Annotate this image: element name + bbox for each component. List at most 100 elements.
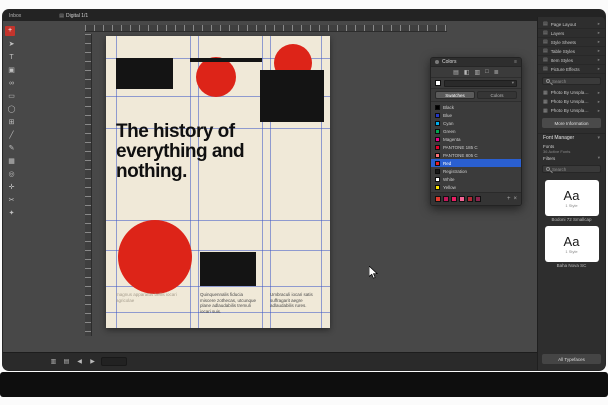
- photo-result-item[interactable]: ▦ Photo By Unspla… ▸: [538, 106, 605, 115]
- filters-label: Filters: [543, 156, 555, 161]
- document-page[interactable]: The history of everything and nothing. m…: [106, 36, 330, 328]
- scissors-tool[interactable]: ✂: [5, 196, 18, 205]
- palette-label: Table Styles: [551, 49, 575, 54]
- poster-red-circle-top[interactable]: [196, 57, 236, 97]
- swatch-name: PANTONE 185 C: [443, 145, 478, 150]
- fill-color-chip[interactable]: [435, 80, 441, 86]
- swatch-name: Registration: [443, 169, 467, 174]
- palette-icon: ▤: [543, 57, 548, 63]
- oval-box-tool[interactable]: ◯: [5, 105, 18, 114]
- statusbar-icon[interactable]: ▶: [88, 358, 97, 365]
- swatch-row[interactable]: PANTONE 185 C: [431, 143, 521, 151]
- palette-list-item[interactable]: ▤ Picture Effects ▸: [538, 65, 605, 74]
- recent-color-chip[interactable]: [467, 196, 473, 202]
- poster-caption-column-3[interactable]: Umbraculi iocari satis suffragarit aegre…: [270, 292, 322, 309]
- chevron-down-icon: ▾: [598, 155, 600, 161]
- colors-panel-tab[interactable]: Swatches: [435, 91, 475, 99]
- swatch-row[interactable]: Cyan: [431, 119, 521, 127]
- palette-list-item[interactable]: ▤ Layers ▸: [538, 29, 605, 38]
- picture-content-tool[interactable]: ▣: [5, 66, 18, 75]
- swatch-color-chip: [435, 153, 440, 158]
- swatch-row[interactable]: Black: [431, 103, 521, 111]
- recent-color-chip[interactable]: [443, 196, 449, 202]
- pan-tool[interactable]: ✛: [5, 183, 18, 192]
- poster-caption-column-2[interactable]: Quinquennalis fiducia miscere zothecas, …: [200, 292, 258, 314]
- palette-list-item[interactable]: ▤ Style Sheets ▸: [538, 38, 605, 47]
- swatch-row[interactable]: Magenta: [431, 135, 521, 143]
- titlebar: Inbox ▤ Digital 1/1: [3, 10, 605, 21]
- panel-close-icon[interactable]: [435, 60, 439, 64]
- palette-icon: ▤: [543, 48, 548, 54]
- rectangle-box-tool[interactable]: ▭: [5, 92, 18, 101]
- item-tool[interactable]: ➤: [5, 40, 18, 49]
- recent-color-chip[interactable]: [451, 196, 457, 202]
- photo-thumbnail-icon: ▦: [543, 108, 548, 114]
- photo-search-field[interactable]: Search: [542, 77, 601, 85]
- panel-tool-icon[interactable]: ▥: [475, 69, 481, 76]
- poster-black-block-bottom[interactable]: [200, 252, 256, 286]
- palette-list-item[interactable]: ▤ Table Styles ▸: [538, 47, 605, 56]
- poster-black-block-right[interactable]: [260, 70, 324, 122]
- swatch-row[interactable]: White: [431, 175, 521, 183]
- palette-icon: ▤: [543, 66, 548, 72]
- palette-list-item[interactable]: ▤ Page Layout ▸: [538, 20, 605, 29]
- color-model-dropdown[interactable]: ▾: [444, 80, 517, 87]
- font-search-field[interactable]: Search: [542, 165, 601, 173]
- statusbar-icon[interactable]: ◀: [75, 358, 84, 365]
- statusbar-icon[interactable]: ▥: [49, 358, 58, 365]
- swatch-row[interactable]: Blue: [431, 111, 521, 119]
- bezier-pen-tool[interactable]: ✎: [5, 144, 18, 153]
- swatch-row[interactable]: PANTONE 805 C: [431, 151, 521, 159]
- recent-color-chip[interactable]: [435, 196, 441, 202]
- palette-list-item[interactable]: ▤ Item Styles ▸: [538, 56, 605, 65]
- filters-row[interactable]: Filters ▾: [538, 154, 605, 162]
- swatch-color-chip: [435, 137, 440, 142]
- swatch-row[interactable]: Registration: [431, 167, 521, 175]
- zoom-tool[interactable]: ◎: [5, 170, 18, 179]
- chevron-right-icon: ▸: [598, 57, 600, 63]
- palette-label: Style Sheets: [551, 40, 576, 45]
- all-typefaces-button[interactable]: All Typefaces: [542, 354, 601, 364]
- poster-black-block-left[interactable]: [116, 58, 173, 89]
- poster-headline[interactable]: The history of everything and nothing.: [116, 122, 292, 182]
- panel-menu-icon[interactable]: ≡: [514, 59, 517, 65]
- footer-action-icon[interactable]: +: [507, 196, 511, 202]
- swatch-row[interactable]: Yellow: [431, 183, 521, 191]
- panel-tool-icon[interactable]: ▤: [453, 69, 459, 76]
- swatch-list: Black Blue Cyan: [431, 102, 521, 192]
- more-information-button[interactable]: More Information: [542, 118, 601, 128]
- composition-zones-tool[interactable]: ⊞: [5, 118, 18, 127]
- panel-tool-icon[interactable]: ≣: [494, 69, 499, 76]
- recent-color-chip[interactable]: [459, 196, 465, 202]
- swatch-row[interactable]: Green: [431, 127, 521, 135]
- panel-tool-icon[interactable]: □: [485, 69, 489, 75]
- screenshot-frame: Inbox ▤ Digital 1/1 + ➤ T ▣ ∞ ▭: [0, 0, 608, 405]
- document-tab[interactable]: ▤ Digital 1/1: [59, 13, 88, 19]
- colors-panel-fields: ▾: [431, 78, 521, 89]
- swatch-name: PANTONE 805 C: [443, 153, 478, 158]
- text-content-tool[interactable]: T: [5, 53, 18, 62]
- palette-icon: ▤: [543, 30, 548, 36]
- swatch-name: Black: [443, 105, 454, 110]
- font-preview-card[interactable]: Aa 1 Style: [545, 180, 599, 216]
- colors-panel-header[interactable]: Colors ≡: [431, 58, 521, 67]
- font-preview-card[interactable]: Aa 1 Style: [545, 226, 599, 262]
- colors-panel-tab[interactable]: Colors: [477, 91, 517, 99]
- font-manager-header[interactable]: Font Manager ▾: [538, 133, 605, 142]
- photo-result-item[interactable]: ▦ Photo By Unspla… ▸: [538, 97, 605, 106]
- panel-tool-icon[interactable]: ◧: [464, 69, 470, 76]
- page-number-field[interactable]: [101, 357, 127, 366]
- poster-caption-column-1[interactable]: magnus apparatus bellis iocari agricolae: [116, 292, 186, 303]
- footer-action-icon[interactable]: ×: [513, 196, 517, 202]
- recent-color-chip[interactable]: [475, 196, 481, 202]
- starburst-tool[interactable]: ✦: [5, 209, 18, 218]
- line-tool[interactable]: ╱: [5, 131, 18, 140]
- statusbar-icon[interactable]: ▤: [62, 358, 71, 365]
- app-badge-icon: +: [5, 26, 15, 36]
- text-linking-tool[interactable]: ∞: [5, 79, 18, 88]
- poster-red-circle-bottom[interactable]: [118, 220, 192, 294]
- poster-black-bar-middle[interactable]: [190, 58, 262, 62]
- table-tool[interactable]: ▦: [5, 157, 18, 166]
- photo-result-item[interactable]: ▦ Photo By Unspla… ▸: [538, 88, 605, 97]
- swatch-row[interactable]: Red: [431, 159, 521, 167]
